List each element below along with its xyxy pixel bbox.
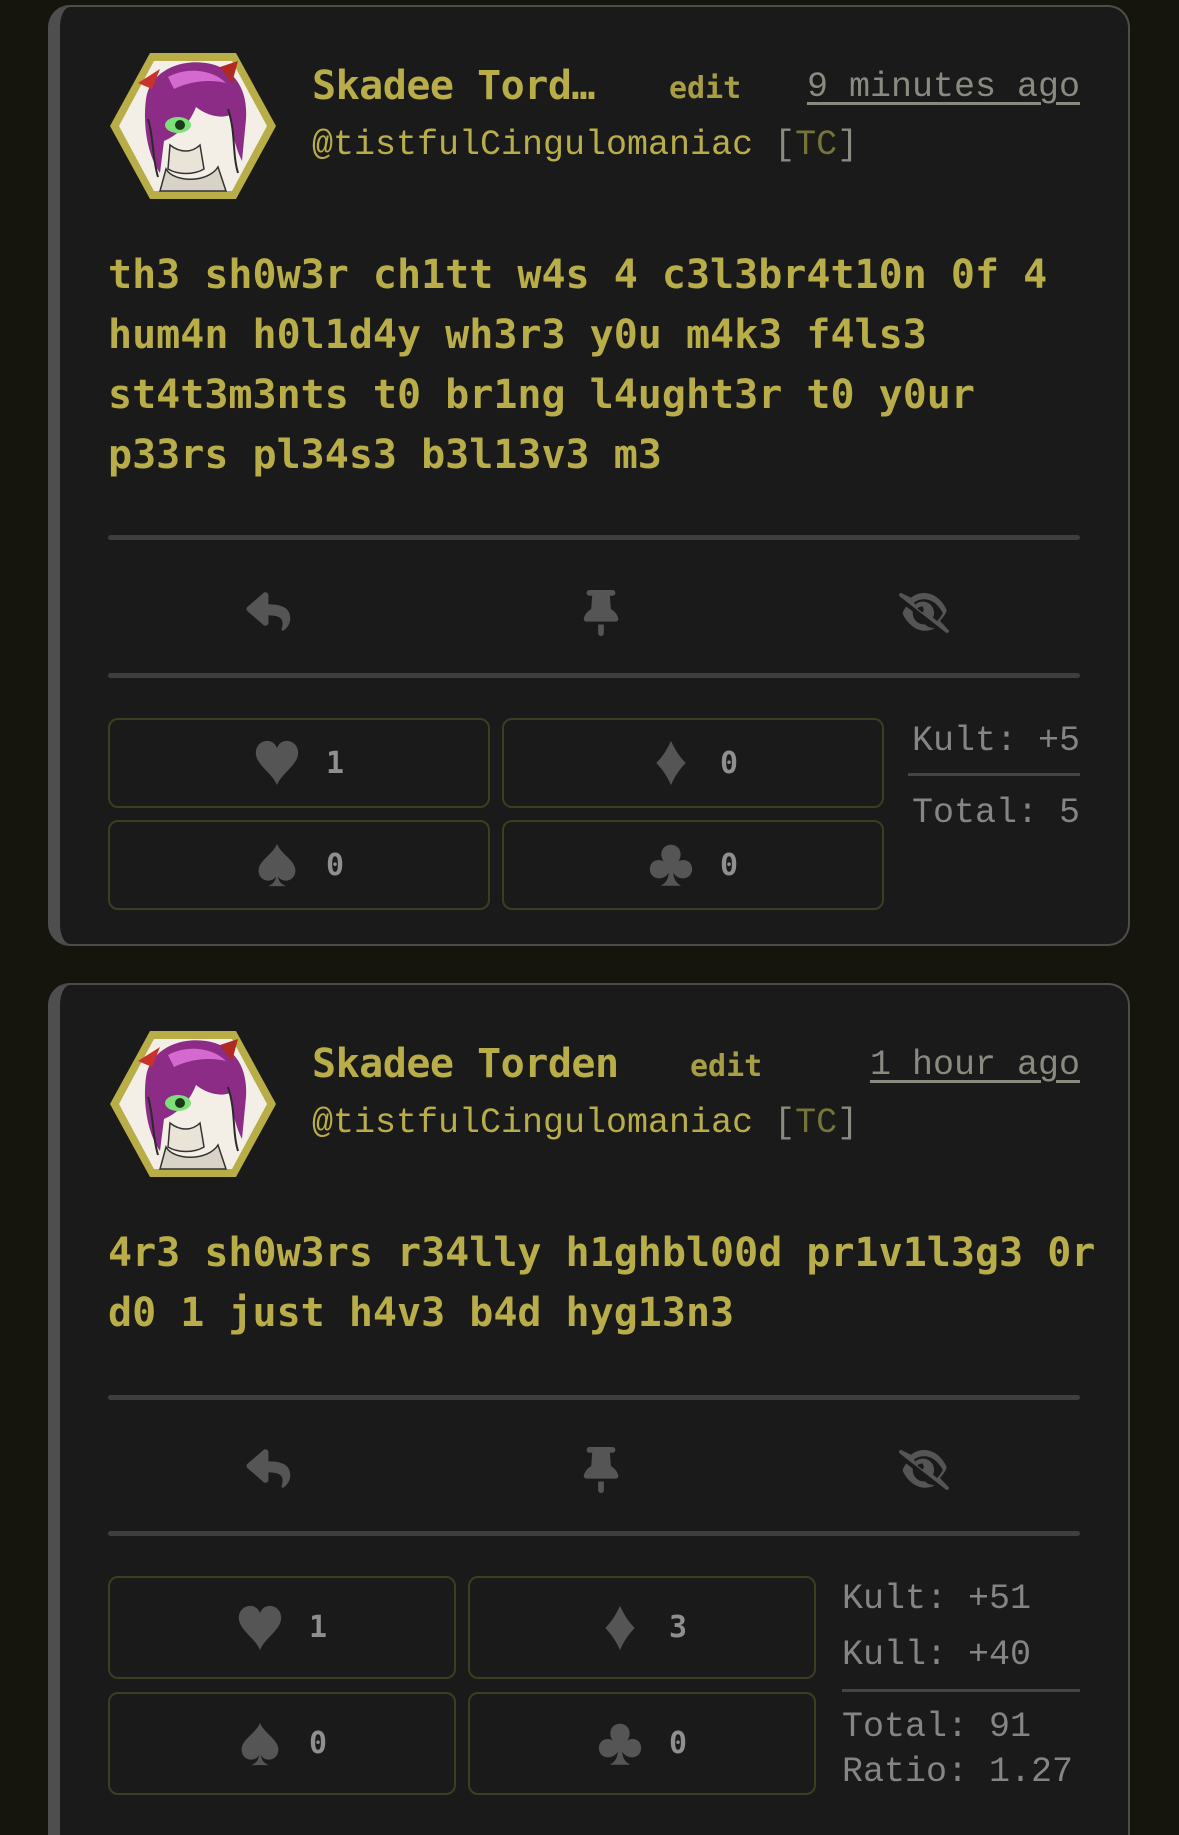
post-text: th3 sh0w3r ch1tt w4s 4 c3l3br4t10n 0f 4 …: [108, 252, 1048, 478]
stat-kull: Kull: +40: [842, 1635, 1032, 1675]
spade-suit-icon: [237, 1721, 283, 1767]
handle-text: @tistfulCingulomaniac: [312, 1103, 754, 1143]
react-spade-button[interactable]: 0: [108, 1692, 456, 1795]
react-club-button[interactable]: 0: [502, 820, 884, 910]
stat-ratio: Ratio: 1.27: [842, 1752, 1074, 1792]
diamond-suit-icon: [648, 740, 694, 786]
react-heart-button[interactable]: 1: [108, 1576, 456, 1679]
post-card: Skadee Tord… edit 9 minutes ago @tistful…: [48, 5, 1130, 946]
reply-icon[interactable]: [245, 590, 291, 636]
stat-divider: [908, 773, 1080, 776]
handle-tag: TC: [795, 125, 838, 165]
stat-kult: Kult: +5: [911, 721, 1080, 761]
eye-slash-icon[interactable]: [899, 590, 949, 636]
feed: Skadee Tord… edit 9 minutes ago @tistful…: [0, 0, 1179, 1835]
user-handle[interactable]: @tistfulCingulomaniac [TC]: [312, 125, 858, 165]
avatar[interactable]: [108, 1027, 278, 1181]
post-text: 4r3 sh0w3rs r34lly h1ghbl00d pr1v1l3g3 0…: [108, 1230, 1096, 1336]
pin-icon[interactable]: [578, 1447, 624, 1493]
handle-tag: TC: [795, 1103, 838, 1143]
divider: [108, 1531, 1080, 1536]
edit-button[interactable]: edit: [669, 71, 741, 106]
timestamp-link[interactable]: 9 minutes ago: [807, 67, 1080, 107]
post-card: Skadee Torden edit 1 hour ago @tistfulCi…: [48, 983, 1130, 1835]
divider: [108, 1395, 1080, 1400]
reaction-count: 1: [325, 745, 345, 781]
heart-suit-icon: [237, 1605, 283, 1651]
reply-icon[interactable]: [245, 1447, 291, 1493]
heart-suit-icon: [254, 740, 300, 786]
club-suit-icon: [597, 1721, 643, 1767]
reaction-count: 0: [719, 847, 739, 883]
reaction-count: 0: [719, 745, 739, 781]
eye-slash-icon[interactable]: [899, 1447, 949, 1493]
handle-text: @tistfulCingulomaniac: [312, 125, 754, 165]
edit-button[interactable]: edit: [690, 1049, 762, 1084]
react-heart-button[interactable]: 1: [108, 718, 490, 808]
reaction-count: 0: [668, 1726, 688, 1761]
pin-icon[interactable]: [578, 590, 624, 636]
timestamp-link[interactable]: 1 hour ago: [870, 1045, 1080, 1085]
react-spade-button[interactable]: 0: [108, 820, 490, 910]
reaction-count: 3: [668, 1610, 688, 1645]
reaction-count: 1: [308, 1610, 328, 1645]
display-name[interactable]: Skadee Tord…: [312, 63, 612, 109]
reaction-count: 0: [308, 1726, 328, 1761]
stat-total: Total: 91: [842, 1707, 1032, 1747]
stat-total: Total: 5: [911, 793, 1080, 833]
react-club-button[interactable]: 0: [468, 1692, 816, 1795]
spade-suit-icon: [254, 842, 300, 888]
stat-kult: Kult: +51: [842, 1579, 1032, 1619]
display-name[interactable]: Skadee Torden: [312, 1041, 619, 1087]
club-suit-icon: [648, 842, 694, 888]
stat-divider: [842, 1689, 1080, 1692]
divider: [108, 673, 1080, 678]
avatar[interactable]: [108, 49, 278, 203]
react-diamond-button[interactable]: 3: [468, 1576, 816, 1679]
divider: [108, 535, 1080, 540]
react-diamond-button[interactable]: 0: [502, 718, 884, 808]
user-handle[interactable]: @tistfulCingulomaniac [TC]: [312, 1103, 858, 1143]
reaction-count: 0: [325, 847, 345, 883]
diamond-suit-icon: [597, 1605, 643, 1651]
